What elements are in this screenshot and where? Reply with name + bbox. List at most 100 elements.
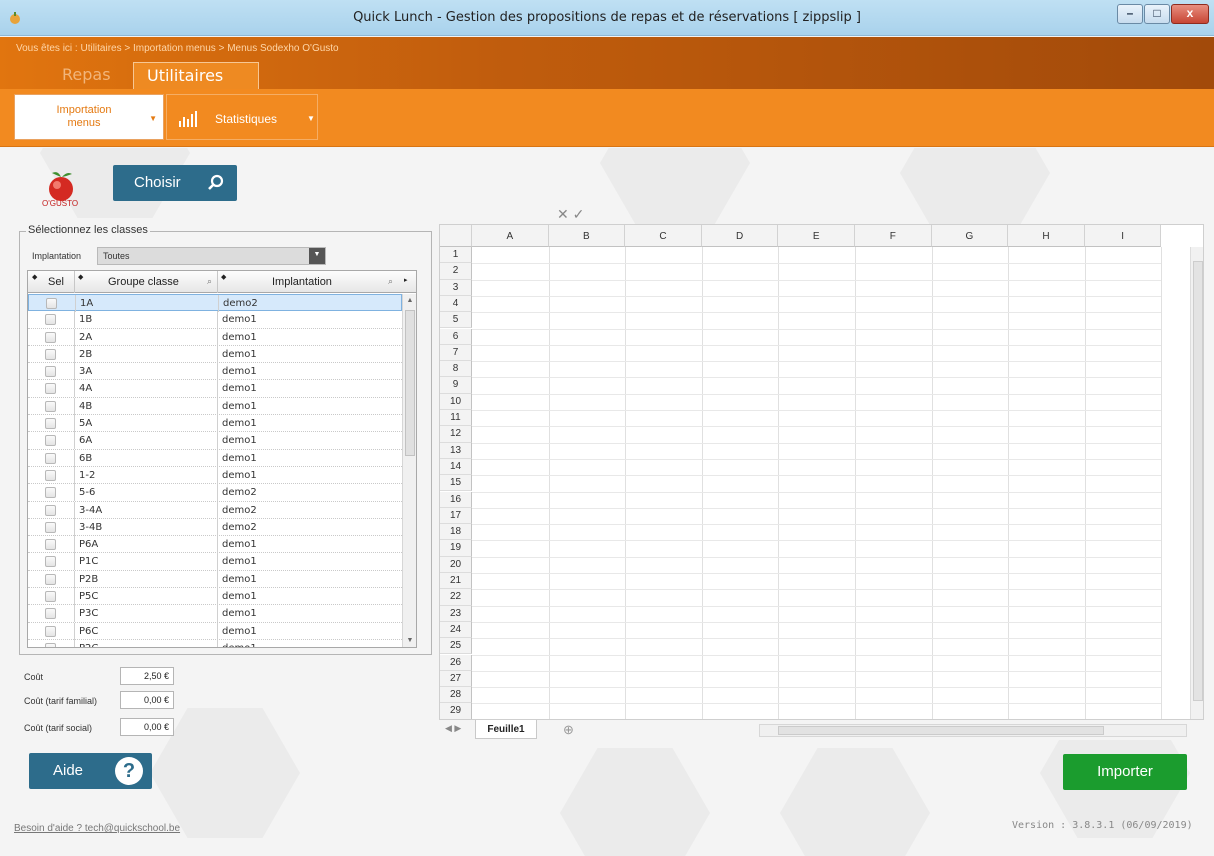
row-checkbox[interactable]: [45, 400, 56, 412]
column-header[interactable]: G: [931, 225, 1009, 247]
column-groupe-classe[interactable]: Groupe classe: [108, 276, 179, 288]
row-header[interactable]: 5: [440, 312, 472, 329]
table-row[interactable]: 5-6 demo2: [28, 484, 402, 502]
table-row[interactable]: 1A demo2: [28, 294, 402, 312]
sheet-grid[interactable]: A B C D E F G H I 1 2 3 4 5 6 7 8 9 10 11 12 13 14 15 16 17 18 19 20…: [439, 224, 1204, 720]
row-checkbox[interactable]: [45, 504, 56, 516]
table-row[interactable]: P3C demo1: [28, 605, 402, 623]
maximize-button[interactable]: □: [1144, 4, 1170, 24]
row-header[interactable]: 23: [440, 605, 472, 622]
row-checkbox[interactable]: [45, 452, 56, 464]
column-header[interactable]: H: [1008, 225, 1085, 247]
table-row[interactable]: 3A demo1: [28, 363, 402, 381]
row-header[interactable]: 7: [440, 344, 472, 362]
row-checkbox[interactable]: [45, 539, 56, 551]
column-header[interactable]: F: [855, 225, 932, 247]
scroll-thumb[interactable]: [1193, 261, 1203, 701]
aide-button[interactable]: Aide ?: [29, 753, 152, 789]
row-checkbox[interactable]: [45, 331, 56, 343]
row-header[interactable]: 8: [440, 361, 472, 378]
scroll-thumb[interactable]: [405, 310, 415, 456]
scroll-down-icon[interactable]: ▼: [403, 637, 416, 644]
select-all-corner[interactable]: [440, 225, 472, 247]
row-checkbox[interactable]: [45, 435, 56, 447]
column-header[interactable]: A: [472, 225, 549, 247]
cost-input[interactable]: 2,50 €: [120, 667, 174, 685]
row-checkbox[interactable]: [45, 314, 56, 326]
row-header[interactable]: 6: [440, 328, 472, 345]
cost-input[interactable]: 0,00 €: [120, 718, 174, 736]
table-row[interactable]: P1C demo1: [28, 553, 402, 571]
row-header[interactable]: 12: [440, 426, 472, 443]
row-checkbox[interactable]: [45, 521, 56, 533]
row-header[interactable]: 15: [440, 475, 472, 492]
importation-menus-button[interactable]: Importation menus ▼: [14, 94, 164, 140]
table-row[interactable]: 6B demo1: [28, 449, 402, 467]
column-header[interactable]: I: [1084, 225, 1162, 247]
row-checkbox[interactable]: [45, 383, 56, 395]
row-checkbox[interactable]: [45, 573, 56, 585]
row-header[interactable]: 24: [440, 621, 472, 639]
row-checkbox[interactable]: [45, 348, 56, 360]
row-header[interactable]: 9: [440, 377, 472, 394]
row-checkbox[interactable]: [45, 418, 56, 430]
sheet-nav-arrows[interactable]: ◀ ▶: [445, 723, 461, 734]
row-header[interactable]: 26: [440, 654, 472, 671]
tab-utilitaires[interactable]: Utilitaires: [133, 62, 259, 90]
column-header[interactable]: E: [778, 225, 855, 247]
row-header[interactable]: 21: [440, 573, 472, 590]
column-header[interactable]: D: [701, 225, 779, 247]
tab-repas[interactable]: Repas: [62, 65, 111, 89]
row-checkbox[interactable]: [45, 556, 56, 568]
row-header[interactable]: 22: [440, 589, 472, 606]
row-header[interactable]: 19: [440, 540, 472, 557]
column-header[interactable]: B: [548, 225, 626, 247]
row-checkbox[interactable]: [45, 642, 56, 647]
row-header[interactable]: 3: [440, 279, 472, 296]
table-row[interactable]: 4A demo1: [28, 380, 402, 398]
row-checkbox[interactable]: [45, 591, 56, 603]
row-header[interactable]: 25: [440, 638, 472, 655]
sheet-vertical-scrollbar[interactable]: [1190, 247, 1203, 719]
table-row[interactable]: P6A demo1: [28, 536, 402, 554]
table-row[interactable]: 5A demo1: [28, 415, 402, 433]
row-checkbox[interactable]: [45, 469, 56, 481]
close-button[interactable]: x: [1171, 4, 1209, 24]
table-row[interactable]: 1-2 demo1: [28, 466, 402, 485]
row-header[interactable]: 29: [440, 703, 472, 719]
column-implantation[interactable]: Implantation: [272, 276, 332, 288]
statistiques-button[interactable]: Statistiques ▼: [166, 94, 318, 140]
row-header[interactable]: 20: [440, 556, 472, 573]
row-header[interactable]: 17: [440, 507, 472, 525]
row-header[interactable]: 16: [440, 491, 472, 508]
formula-cancel-confirm-icons[interactable]: ✕ ✓: [557, 206, 584, 223]
scroll-thumb[interactable]: [778, 726, 1104, 735]
row-header[interactable]: 28: [440, 687, 472, 704]
row-header[interactable]: 14: [440, 458, 472, 476]
cost-input[interactable]: 0,00 €: [120, 691, 174, 709]
row-header[interactable]: 4: [440, 295, 472, 313]
table-row[interactable]: 4B demo1: [28, 397, 402, 416]
row-header[interactable]: 13: [440, 442, 472, 459]
table-row[interactable]: P2C demo1: [28, 639, 402, 647]
table-row[interactable]: 2B demo1: [28, 345, 402, 364]
row-header[interactable]: 27: [440, 670, 472, 688]
table-row[interactable]: 3-4A demo2: [28, 501, 402, 519]
row-checkbox[interactable]: [45, 487, 56, 499]
filter-icon[interactable]: ⌕: [207, 276, 212, 287]
sheet-horizontal-scrollbar[interactable]: [759, 724, 1187, 737]
table-row[interactable]: P6C demo1: [28, 622, 402, 640]
table-row[interactable]: 2A demo1: [28, 328, 402, 346]
row-checkbox[interactable]: [45, 608, 56, 620]
choisir-button[interactable]: Choisir: [113, 165, 237, 201]
row-checkbox[interactable]: [46, 298, 57, 309]
table-row[interactable]: 6A demo1: [28, 432, 402, 450]
sheet-tab-feuille1[interactable]: Feuille1: [475, 720, 537, 739]
row-checkbox[interactable]: [45, 366, 56, 378]
table-row[interactable]: P5C demo1: [28, 588, 402, 606]
row-checkbox[interactable]: [45, 625, 56, 637]
grid-scrollbar[interactable]: ▲ ▼: [402, 294, 416, 647]
filter-icon[interactable]: ⌕: [388, 276, 393, 287]
row-header[interactable]: 10: [440, 393, 472, 410]
scroll-up-icon[interactable]: ▲: [403, 297, 416, 304]
